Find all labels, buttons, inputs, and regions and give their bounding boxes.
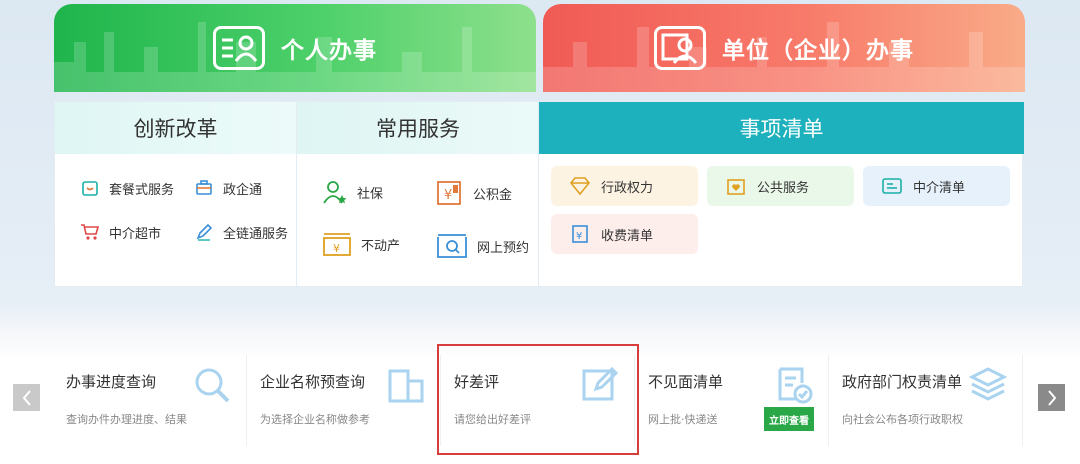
full-chain-service-link[interactable]: 全链通服务: [193, 221, 288, 243]
services-panel: 创新改革 常用服务 事项清单 套餐式服务 政企通 中介超市 全链通服务 社保 ¥…: [54, 101, 1024, 288]
package-icon: [79, 177, 101, 199]
feedback-rating-card[interactable]: 好差评 请您给出好差评: [442, 355, 635, 446]
building-icon: [388, 369, 424, 403]
real-estate-label: 不动产: [361, 238, 401, 254]
card-description: 为选择企业名称做参考: [260, 413, 370, 426]
company-card-icon: [654, 26, 706, 70]
receipt-icon: ¥: [569, 223, 591, 245]
package-service-label: 套餐式服务: [109, 182, 175, 198]
full-chain-service-label: 全链通服务: [223, 226, 289, 242]
tab-common-services[interactable]: 常用服务: [297, 102, 539, 154]
agency-market-label: 中介超市: [109, 226, 162, 242]
card-title: 政府部门权责清单: [842, 373, 963, 391]
company-affairs-banner[interactable]: 单位（企业）办事: [543, 4, 1025, 92]
contactless-list-card[interactable]: 不见面清单 网上批·快递送 立即查看: [636, 355, 829, 446]
id-list-icon: [881, 175, 903, 197]
social-security-link[interactable]: 社保: [321, 178, 383, 206]
social-security-label: 社保: [357, 186, 384, 202]
card-description: 请您给出好差评: [454, 413, 531, 426]
edit-icon: [582, 366, 619, 401]
progress-query-card[interactable]: 办事进度查询 查询办件办理进度、结果: [54, 355, 247, 446]
admin-power-label: 行政权力: [601, 180, 654, 196]
shopping-cart-icon: [79, 221, 101, 243]
calendar-search-icon: [435, 232, 469, 260]
pen-icon: [193, 221, 215, 243]
svg-text:¥: ¥: [444, 188, 452, 203]
tab-item-list[interactable]: 事项清单: [539, 102, 1024, 154]
briefcase-icon: [193, 177, 215, 199]
online-booking-link[interactable]: 网上预约: [435, 232, 529, 260]
public-service-chip[interactable]: 公共服务: [707, 166, 854, 206]
svg-text:¥: ¥: [333, 242, 340, 255]
view-now-button[interactable]: 立即查看: [764, 407, 814, 431]
agency-list-label: 中介清单: [913, 180, 966, 196]
personal-affairs-label: 个人办事: [281, 38, 377, 64]
column-divider: [296, 102, 297, 288]
card-description: 向社会公布各项行政职权: [842, 413, 963, 426]
dept-responsibility-list-card[interactable]: 政府部门权责清单 向社会公布各项行政职权: [830, 355, 1023, 446]
id-card-icon: [213, 26, 265, 70]
calendar-heart-icon: [725, 175, 747, 197]
diamond-icon: [569, 175, 591, 197]
agency-market-link[interactable]: 中介超市: [79, 221, 161, 243]
personal-affairs-banner[interactable]: 个人办事: [54, 4, 536, 92]
package-service-link[interactable]: 套餐式服务: [79, 177, 174, 199]
online-booking-label: 网上预约: [477, 240, 530, 256]
fee-list-label: 收费清单: [601, 228, 654, 244]
company-name-query-card[interactable]: 企业名称预查询 为选择企业名称做参考: [248, 355, 441, 446]
search-icon: [195, 368, 230, 403]
card-description: 网上批·快递送: [648, 413, 718, 426]
property-icon: ¥: [321, 230, 353, 258]
svg-text:¥: ¥: [576, 231, 582, 242]
chevron-left-icon: [22, 389, 31, 406]
person-star-icon: [321, 178, 349, 206]
card-description: 查询办件办理进度、结果: [66, 413, 187, 426]
fee-list-chip[interactable]: ¥ 收费清单: [551, 214, 698, 254]
carousel-prev-button[interactable]: [13, 384, 40, 411]
agency-list-chip[interactable]: 中介清单: [863, 166, 1010, 206]
real-estate-link[interactable]: ¥ 不动产: [321, 230, 400, 258]
public-service-label: 公共服务: [757, 180, 810, 196]
tab-innovation-reform[interactable]: 创新改革: [55, 102, 296, 154]
housing-fund-label: 公积金: [473, 187, 513, 203]
admin-power-chip[interactable]: 行政权力: [551, 166, 698, 206]
company-affairs-label: 单位（企业）办事: [722, 38, 914, 64]
gov-enterprise-link[interactable]: 政企通: [193, 177, 262, 199]
fund-icon: ¥: [435, 178, 465, 208]
gov-enterprise-label: 政企通: [223, 182, 263, 198]
housing-fund-link[interactable]: ¥ 公积金: [435, 178, 512, 208]
column-divider: [538, 102, 539, 288]
chevron-right-icon: [1047, 389, 1056, 406]
card-title: 好差评: [454, 373, 500, 391]
card-title: 办事进度查询: [66, 373, 157, 391]
layers-icon: [968, 367, 1008, 401]
card-title: 企业名称预查询: [260, 373, 366, 391]
card-title: 不见面清单: [648, 373, 724, 391]
carousel-next-button[interactable]: [1038, 384, 1065, 411]
document-check-icon: [778, 367, 813, 404]
